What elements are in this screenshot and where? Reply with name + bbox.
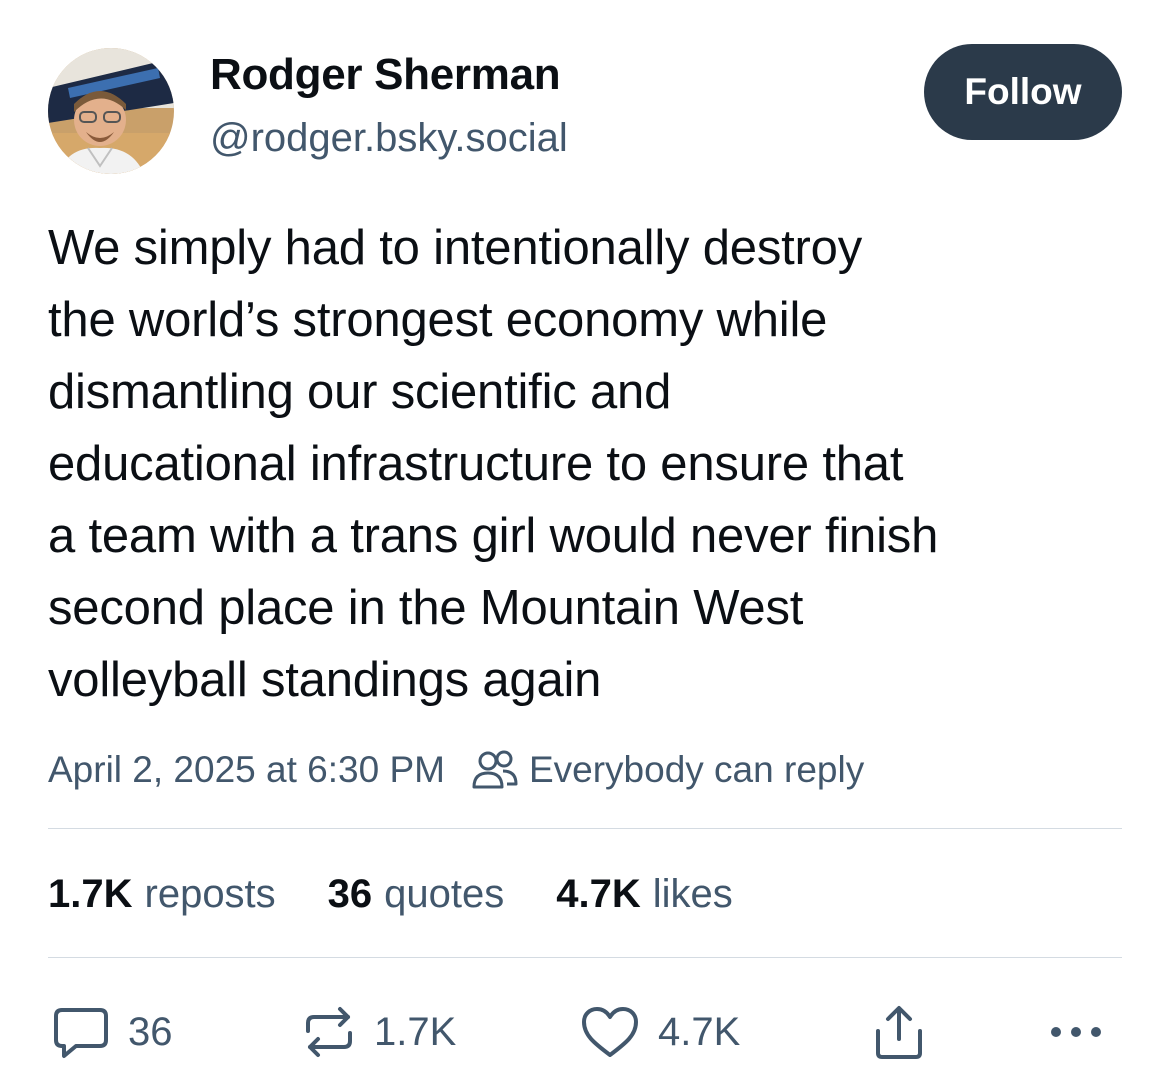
like-icon [580,1005,640,1059]
post-meta: April 2, 2025 at 6:30 PM Everybody can r… [48,744,864,796]
likes-count: 4.7K [556,871,641,916]
reply-button[interactable]: 36 [52,1000,173,1064]
quotes-label: quotes [384,871,505,916]
share-button[interactable] [872,1000,926,1064]
post-timestamp[interactable]: April 2, 2025 at 6:30 PM [48,749,445,791]
reposts-label: reposts [144,871,276,916]
likes-stat[interactable]: 4.7K likes [556,872,733,917]
divider [48,828,1122,829]
more-icon [1048,1022,1104,1042]
avatar[interactable] [48,48,174,174]
repost-icon [302,1003,356,1061]
likes-label: likes [652,871,733,916]
repost-button[interactable]: 1.7K [302,1000,456,1064]
post-text: We simply had to intentionally destroy t… [48,221,939,707]
reply-icon [52,1004,110,1060]
profile-photo-icon [48,48,174,174]
reply-setting-label: Everybody can reply [528,749,865,790]
quotes-stat[interactable]: 36 quotes [328,872,505,917]
more-button[interactable] [1048,1000,1104,1064]
reply-count: 36 [128,1009,173,1054]
author-handle[interactable]: @rodger.bsky.social [210,116,568,161]
action-bar: 36 1.7K 4.7K [0,1000,1170,1064]
reposts-count: 1.7K [48,871,133,916]
reply-setting[interactable]: Everybody can reply [471,749,864,791]
people-icon [471,749,519,791]
reposts-stat[interactable]: 1.7K reposts [48,872,276,917]
engagement-stats: 1.7K reposts 36 quotes 4.7K likes [48,866,785,922]
follow-button[interactable]: Follow [924,44,1122,140]
like-count: 4.7K [658,1009,741,1054]
quotes-count: 36 [327,871,373,916]
like-button[interactable]: 4.7K [580,1000,740,1064]
share-icon [872,1003,926,1061]
divider [48,957,1122,958]
repost-count: 1.7K [374,1009,457,1054]
author-name[interactable]: Rodger Sherman [210,50,561,100]
